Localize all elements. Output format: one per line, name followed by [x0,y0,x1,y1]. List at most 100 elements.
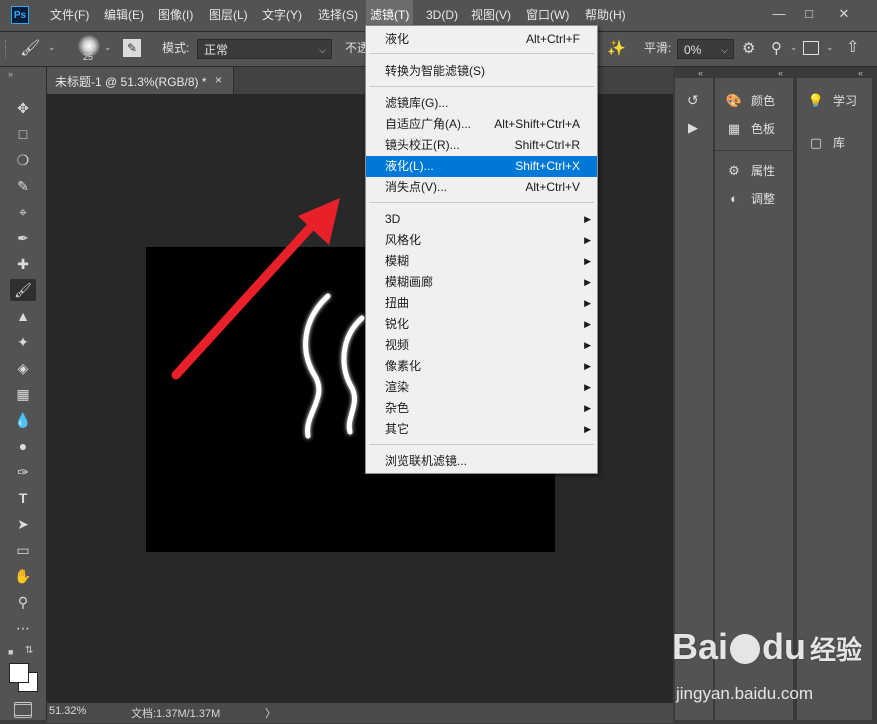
baidu-paw-icon [730,634,761,665]
menu-layer[interactable]: 图层(L) [205,0,252,31]
submenu-arrow-icon: ▶ [584,277,591,287]
adjustments-icon: ◐ [730,191,738,206]
close-icon[interactable]: ✕ [833,3,855,25]
zoom-level[interactable]: 51.32% [49,705,86,717]
lightbulb-icon: 💡 [807,93,825,108]
submenu-arrow-icon: ▶ [584,361,591,371]
pen-tool-icon[interactable]: ✑ [10,461,36,483]
workspace-icon[interactable] [803,41,819,55]
submenu-arrow-icon: ▶ [584,298,591,308]
menu-select[interactable]: 选择(S) [314,0,362,31]
menu-item-other[interactable]: 其它 ▶ [366,419,597,440]
baidu-watermark-logo: Bai du 经验 [672,626,863,667]
collapse-arrows-icon[interactable]: « [778,68,783,78]
share-icon[interactable]: ⇧ [846,37,859,57]
history-icon[interactable]: ↺ [687,92,699,109]
search-icon[interactable]: ⚲ [771,39,782,57]
type-tool-icon[interactable]: T [10,487,36,509]
menu-item-video[interactable]: 视频 ▶ [366,335,597,356]
eraser-tool-icon[interactable]: ◈ [10,357,36,379]
play-icon[interactable]: ▶ [688,120,698,136]
menu-separator [369,444,594,445]
blur-tool-icon[interactable]: 💧 [10,409,36,431]
gradient-tool-icon[interactable]: ▦ [10,383,36,405]
panel-swatches[interactable]: ▦ 色板 [723,116,775,142]
default-colors-icon[interactable]: ■ [8,647,13,657]
menu-file[interactable]: 文件(F) [46,0,93,31]
menu-item-sharpen[interactable]: 锐化 ▶ [366,314,597,335]
crop-tool-icon[interactable]: ⌖ [10,201,36,223]
menu-separator [369,53,594,54]
submenu-arrow-icon: ▶ [584,340,591,350]
marquee-tool-icon[interactable]: □ [10,123,36,145]
divider [715,150,793,151]
gear-icon[interactable]: ⚙ [742,39,755,57]
zoom-tool-icon[interactable]: ⚲ [10,591,36,613]
menu-separator [369,202,594,203]
menu-edit[interactable]: 编辑(E) [100,0,148,31]
panel-dock-learn: 💡 学习 ▢ 库 [797,78,872,720]
panel-learn[interactable]: 💡 学习 [805,88,857,114]
minimize-icon[interactable]: — [768,3,790,25]
status-bar: 51.32% 文档:1.37M/1.37M 〉 [47,702,673,723]
more-tools-icon[interactable]: ⋯ [10,617,36,639]
collapse-arrows-icon[interactable]: « [858,68,863,78]
swap-colors-icon[interactable]: ⇅ [25,645,33,656]
chevron-down-icon[interactable]: ⌄ [826,42,834,53]
panel-properties[interactable]: ⚙ 属性 [723,158,775,184]
menu-item-render[interactable]: 渲染 ▶ [366,377,597,398]
close-tab-icon[interactable]: × [215,73,222,87]
menu-item-3d[interactable]: 3D ▶ [366,209,597,230]
menu-item-pixelate[interactable]: 像素化 ▶ [366,356,597,377]
menu-item-liquify[interactable]: 液化(L)... Shift+Ctrl+X [366,156,597,177]
quick-select-tool-icon[interactable]: ✎ [10,175,36,197]
menu-item-vanishing-point[interactable]: 消失点(V)... Alt+Ctrl+V [366,177,597,198]
document-tab[interactable]: 未标题-1 @ 51.3%(RGB/8) * × [47,67,234,94]
foreground-color-swatch[interactable] [9,663,29,683]
panel-color[interactable]: 🎨 颜色 [723,88,775,114]
hand-tool-icon[interactable]: ✋ [10,565,36,587]
history-brush-tool-icon[interactable]: ✦ [10,331,36,353]
menu-item-liquify-repeat[interactable]: 液化 Alt+Ctrl+F [366,29,597,50]
brush-settings-icon[interactable]: ✎ [123,39,141,57]
eyedropper-tool-icon[interactable]: ✒ [10,227,36,249]
menu-item-adaptive-wide-angle[interactable]: 自适应广角(A)... Alt+Shift+Ctrl+A [366,114,597,135]
palette-icon: 🎨 [725,93,743,108]
lasso-tool-icon[interactable]: ❍ [10,149,36,171]
submenu-arrow-icon: ▶ [584,403,591,413]
collapse-arrows-icon[interactable]: « [698,68,703,78]
restore-icon[interactable]: □ [798,3,820,25]
grip-handle[interactable] [5,40,10,58]
menu-item-blur-gallery[interactable]: 模糊画廊 ▶ [366,272,597,293]
submenu-arrow-icon: ▶ [584,424,591,434]
pressure-icon[interactable]: ✨ [607,39,626,57]
mode-select[interactable]: 正常 ⌵ [197,39,332,59]
chevron-down-icon[interactable]: ⌄ [104,42,112,53]
collapse-arrows-icon[interactable]: » [8,69,13,79]
healing-brush-tool-icon[interactable]: ✚ [10,253,36,275]
menu-item-convert-smart-filters[interactable]: 转换为智能滤镜(S) [366,61,597,82]
panel-libraries[interactable]: ▢ 库 [805,130,845,156]
menu-item-blur[interactable]: 模糊 ▶ [366,251,597,272]
menu-item-filter-gallery[interactable]: 滤镜库(G)... [366,93,597,114]
menu-item-lens-correction[interactable]: 镜头校正(R)... Shift+Ctrl+R [366,135,597,156]
screen-mode-icon[interactable] [14,704,32,718]
menu-item-distort[interactable]: 扭曲 ▶ [366,293,597,314]
panel-adjustments[interactable]: ◐ 调整 [723,186,775,212]
dodge-tool-icon[interactable]: ● [10,435,36,457]
brush-tool-icon[interactable]: 🖌 [10,279,36,301]
move-tool-icon[interactable]: ✥ [10,97,36,119]
clone-stamp-tool-icon[interactable]: ▲ [10,305,36,327]
menu-image[interactable]: 图像(I) [154,0,197,31]
chevron-down-icon[interactable]: ⌄ [48,42,56,53]
menu-type[interactable]: 文字(Y) [258,0,306,31]
menu-item-stylize[interactable]: 风格化 ▶ [366,230,597,251]
path-select-tool-icon[interactable]: ➤ [10,513,36,535]
status-expand-arrow-icon[interactable]: 〉 [265,705,276,721]
menu-item-noise[interactable]: 杂色 ▶ [366,398,597,419]
menu-item-browse-online-filters[interactable]: 浏览联机滤镜... [366,451,597,472]
chevron-down-icon[interactable]: ⌄ [790,42,798,53]
smoothing-input[interactable]: 0% ⌵ [677,39,734,59]
rectangle-tool-icon[interactable]: ▭ [10,539,36,561]
brush-preset-icon[interactable]: 🖌 [20,38,40,58]
